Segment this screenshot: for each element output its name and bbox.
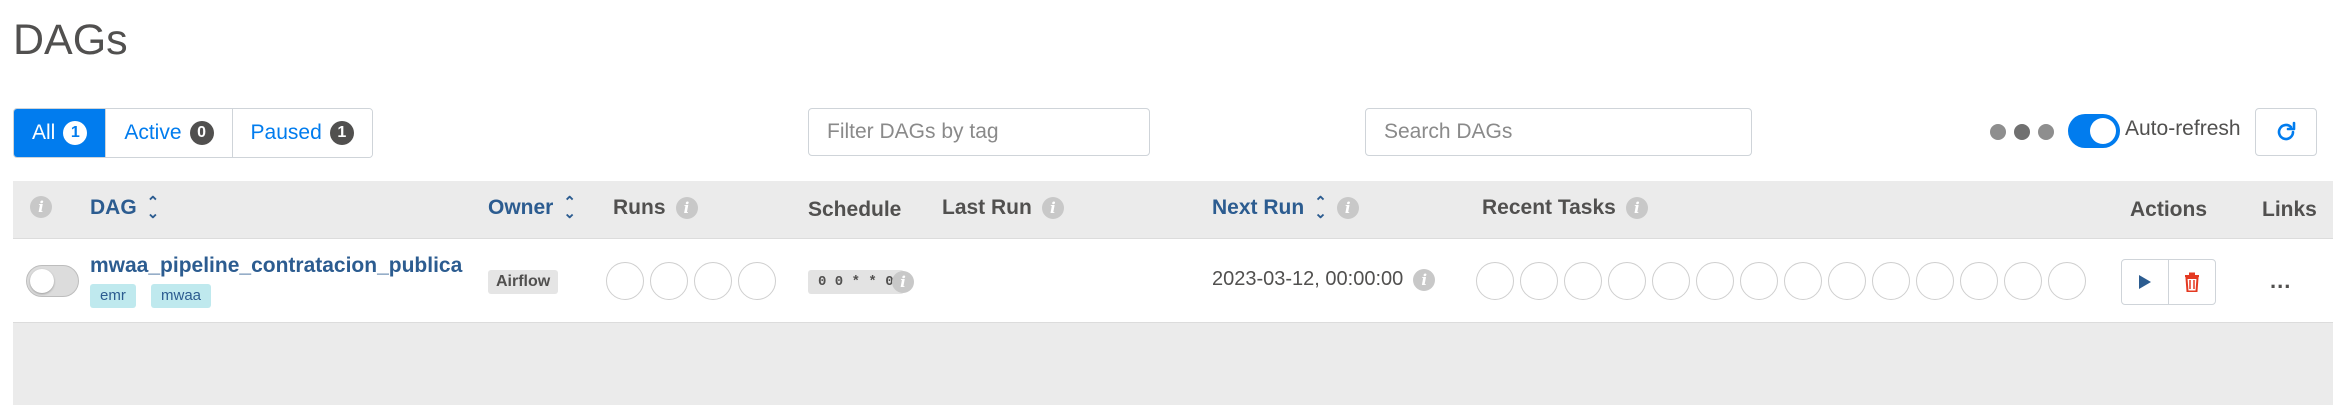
task-status-circle[interactable] [1960, 262, 1998, 300]
header-last-run-label: Last Run [942, 196, 1032, 219]
task-status-circle[interactable] [1564, 262, 1602, 300]
task-status-circle[interactable] [2048, 262, 2086, 300]
run-status-circle[interactable] [738, 262, 776, 300]
header-recent-tasks: Recent Tasks i [1482, 196, 1648, 220]
sort-icon: ⌃ ⌄ [1314, 194, 1327, 222]
header-info: i [30, 196, 52, 218]
info-icon[interactable]: i [1336, 197, 1359, 219]
delete-dag-button[interactable] [2169, 260, 2215, 304]
page-title: DAGs [13, 16, 128, 64]
task-status-circle[interactable] [1520, 262, 1558, 300]
task-status-circle[interactable] [1476, 262, 1514, 300]
header-runs: Runs i [613, 196, 698, 220]
dag-tag[interactable]: mwaa [151, 284, 212, 308]
run-status-circle[interactable] [650, 262, 688, 300]
header-actions-label: Actions [2130, 198, 2208, 221]
search-dags-input[interactable] [1365, 108, 1752, 156]
next-run-value: 2023-03-12, 00:00:00 [1212, 268, 1404, 290]
header-dag-label: DAG [90, 196, 137, 219]
filter-active-count: 0 [189, 121, 214, 145]
dag-tag[interactable]: emr [90, 284, 136, 308]
loading-dot [2038, 124, 2054, 140]
info-icon[interactable]: i [1413, 268, 1436, 291]
filter-active-button[interactable]: Active 0 [106, 109, 233, 157]
task-status-circle[interactable] [1872, 262, 1910, 300]
header-next-run-label: Next Run [1212, 196, 1305, 219]
header-schedule: Schedule [808, 198, 901, 222]
info-icon[interactable]: i [1041, 197, 1064, 219]
dag-actions [2121, 259, 2216, 305]
filter-paused-button[interactable]: Paused 1 [232, 109, 372, 157]
header-actions: Actions [2130, 198, 2207, 222]
info-icon[interactable]: i [675, 197, 698, 219]
info-icon[interactable]: i [1625, 197, 1648, 219]
next-run-cell: 2023-03-12, 00:00:00 i [1212, 268, 1436, 291]
more-icon[interactable]: ... [2270, 268, 2291, 294]
info-icon[interactable]: i [30, 196, 52, 218]
dag-id-link[interactable]: mwaa_pipeline_contratacion_publica [90, 254, 462, 278]
run-status-circle[interactable] [606, 262, 644, 300]
trash-icon [2185, 272, 2199, 292]
filter-paused-label: Paused [250, 121, 322, 144]
filter-all-button[interactable]: All 1 [14, 109, 107, 157]
owner-badge[interactable]: Airflow [488, 270, 559, 294]
task-status-circle[interactable] [2004, 262, 2042, 300]
task-status-circle[interactable] [1916, 262, 1954, 300]
dag-pause-toggle[interactable] [26, 265, 79, 297]
sort-icon: ⌃ ⌄ [563, 194, 576, 222]
auto-refresh-toggle[interactable] [2068, 114, 2120, 148]
loading-dots [1990, 124, 2054, 140]
tag-filter-input[interactable] [808, 108, 1150, 156]
table-header [13, 181, 2333, 238]
header-last-run: Last Run i [942, 196, 1064, 220]
header-runs-label: Runs [613, 196, 666, 219]
header-owner-label: Owner [488, 196, 554, 219]
run-status-circle[interactable] [694, 262, 732, 300]
refresh-button[interactable] [2255, 108, 2317, 156]
task-status-circle[interactable] [1784, 262, 1822, 300]
play-icon [2139, 275, 2151, 289]
header-next-run[interactable]: Next Run ⌃ ⌄ i [1212, 194, 1359, 222]
task-status-circle[interactable] [1828, 262, 1866, 300]
header-links-label: Links [2262, 198, 2317, 221]
refresh-icon [2277, 121, 2296, 141]
auto-refresh-label: Auto-refresh [2125, 117, 2241, 140]
task-status-circle[interactable] [1740, 262, 1778, 300]
recent-tasks-circles [1476, 262, 2086, 300]
trigger-dag-button[interactable] [2122, 260, 2169, 304]
loading-dot [2014, 124, 2030, 140]
schedule-badge: 0 0 * * 0 [808, 270, 904, 294]
header-owner[interactable]: Owner ⌃ ⌄ [488, 194, 576, 222]
info-icon[interactable]: i [892, 271, 914, 293]
filter-active-label: Active [124, 121, 182, 144]
runs-status-circles [606, 262, 776, 300]
header-dag[interactable]: DAG ⌃ ⌄ [90, 194, 160, 222]
header-schedule-label: Schedule [808, 198, 902, 221]
sort-icon: ⌃ ⌄ [146, 194, 160, 222]
task-status-circle[interactable] [1608, 262, 1646, 300]
filter-paused-count: 1 [329, 121, 354, 145]
filter-all-label: All [32, 121, 56, 144]
filter-all-count: 1 [63, 121, 88, 145]
task-status-circle[interactable] [1652, 262, 1690, 300]
task-status-circle[interactable] [1696, 262, 1734, 300]
header-recent-tasks-label: Recent Tasks [1482, 196, 1616, 219]
status-filter-group: All 1 Active 0 Paused 1 [13, 108, 373, 158]
loading-dot [1990, 124, 2006, 140]
header-links: Links [2262, 198, 2317, 222]
